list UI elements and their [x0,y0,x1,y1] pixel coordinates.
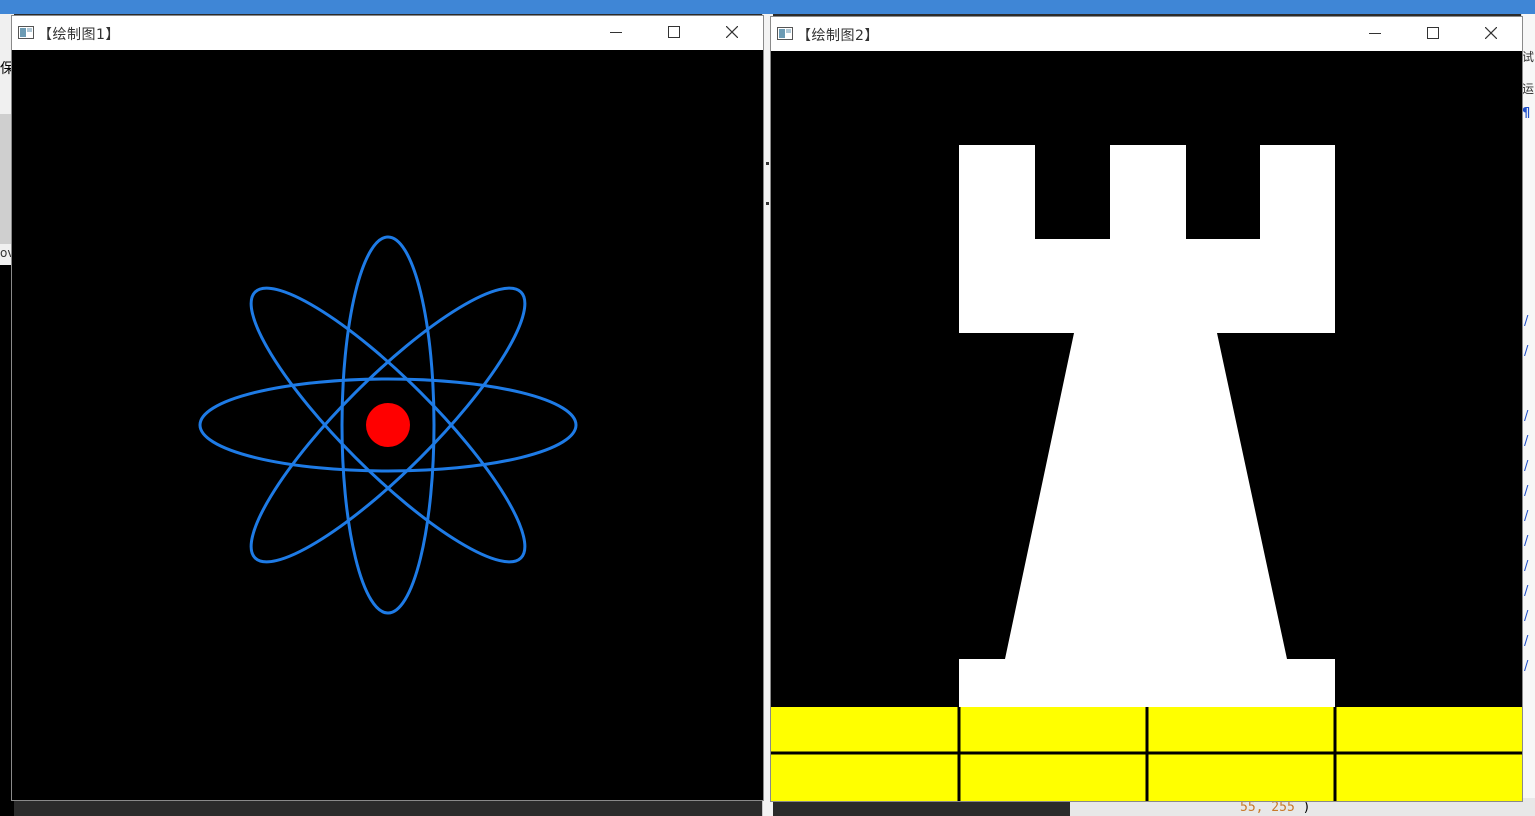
background-text: 试 [1522,50,1535,64]
code-mark: / [1524,484,1529,499]
minimize-icon [610,32,622,33]
close-button[interactable] [703,16,761,48]
nucleus-circle [366,403,410,447]
close-button[interactable] [1462,17,1520,49]
minimize-button[interactable] [587,16,645,48]
code-mark: / [1524,434,1529,449]
code-mark: / [1524,459,1529,474]
maximize-icon [1427,27,1439,39]
close-icon [1485,27,1497,39]
code-text: ) [1302,800,1311,815]
code-mark: / [1524,409,1529,424]
background-text: ¶ [1522,106,1531,121]
code-mark: / [1524,659,1529,674]
code-mark: / [1524,534,1529,549]
rook-drawing [771,145,1522,801]
minimize-icon [1369,33,1381,34]
window-drawing-1[interactable]: 【绘制图1】 [11,15,764,801]
background-window-right: / / / / / / / / / / / / / [1521,14,1535,816]
window-title: 【绘制图1】 [38,27,120,43]
maximize-button[interactable] [1404,17,1462,49]
code-mark: / [1524,509,1529,524]
code-mark: / [1524,314,1529,329]
maximize-icon [668,26,680,38]
code-mark: / [1524,584,1529,599]
maximize-button[interactable] [645,16,703,48]
code-mark: / [1524,559,1529,574]
rook-body [959,333,1335,707]
minimize-button[interactable] [1346,17,1404,49]
background-dot [766,162,769,165]
window-title: 【绘制图2】 [797,28,879,44]
atom-drawing [198,235,578,615]
app-icon [777,27,793,40]
window-titlebar[interactable]: 【绘制图1】 [12,16,763,50]
drawing-canvas-1 [12,50,763,800]
window-titlebar[interactable]: 【绘制图2】 [771,17,1522,51]
code-mark: / [1524,634,1529,649]
code-mark: / [1524,344,1529,359]
drawing-canvas-2 [771,51,1522,801]
app-icon [18,26,34,39]
desktop-taskbar-strip [0,0,1535,14]
background-code-line: 55, 255 ) [1240,800,1310,815]
rook-crown [959,239,1335,333]
background-dot [766,202,769,205]
code-text: 55, 255 [1240,800,1303,815]
window-drawing-2[interactable]: 【绘制图2】 [770,16,1523,802]
background-text: 运 [1522,82,1535,96]
close-icon [726,26,738,38]
code-mark: / [1524,609,1529,624]
